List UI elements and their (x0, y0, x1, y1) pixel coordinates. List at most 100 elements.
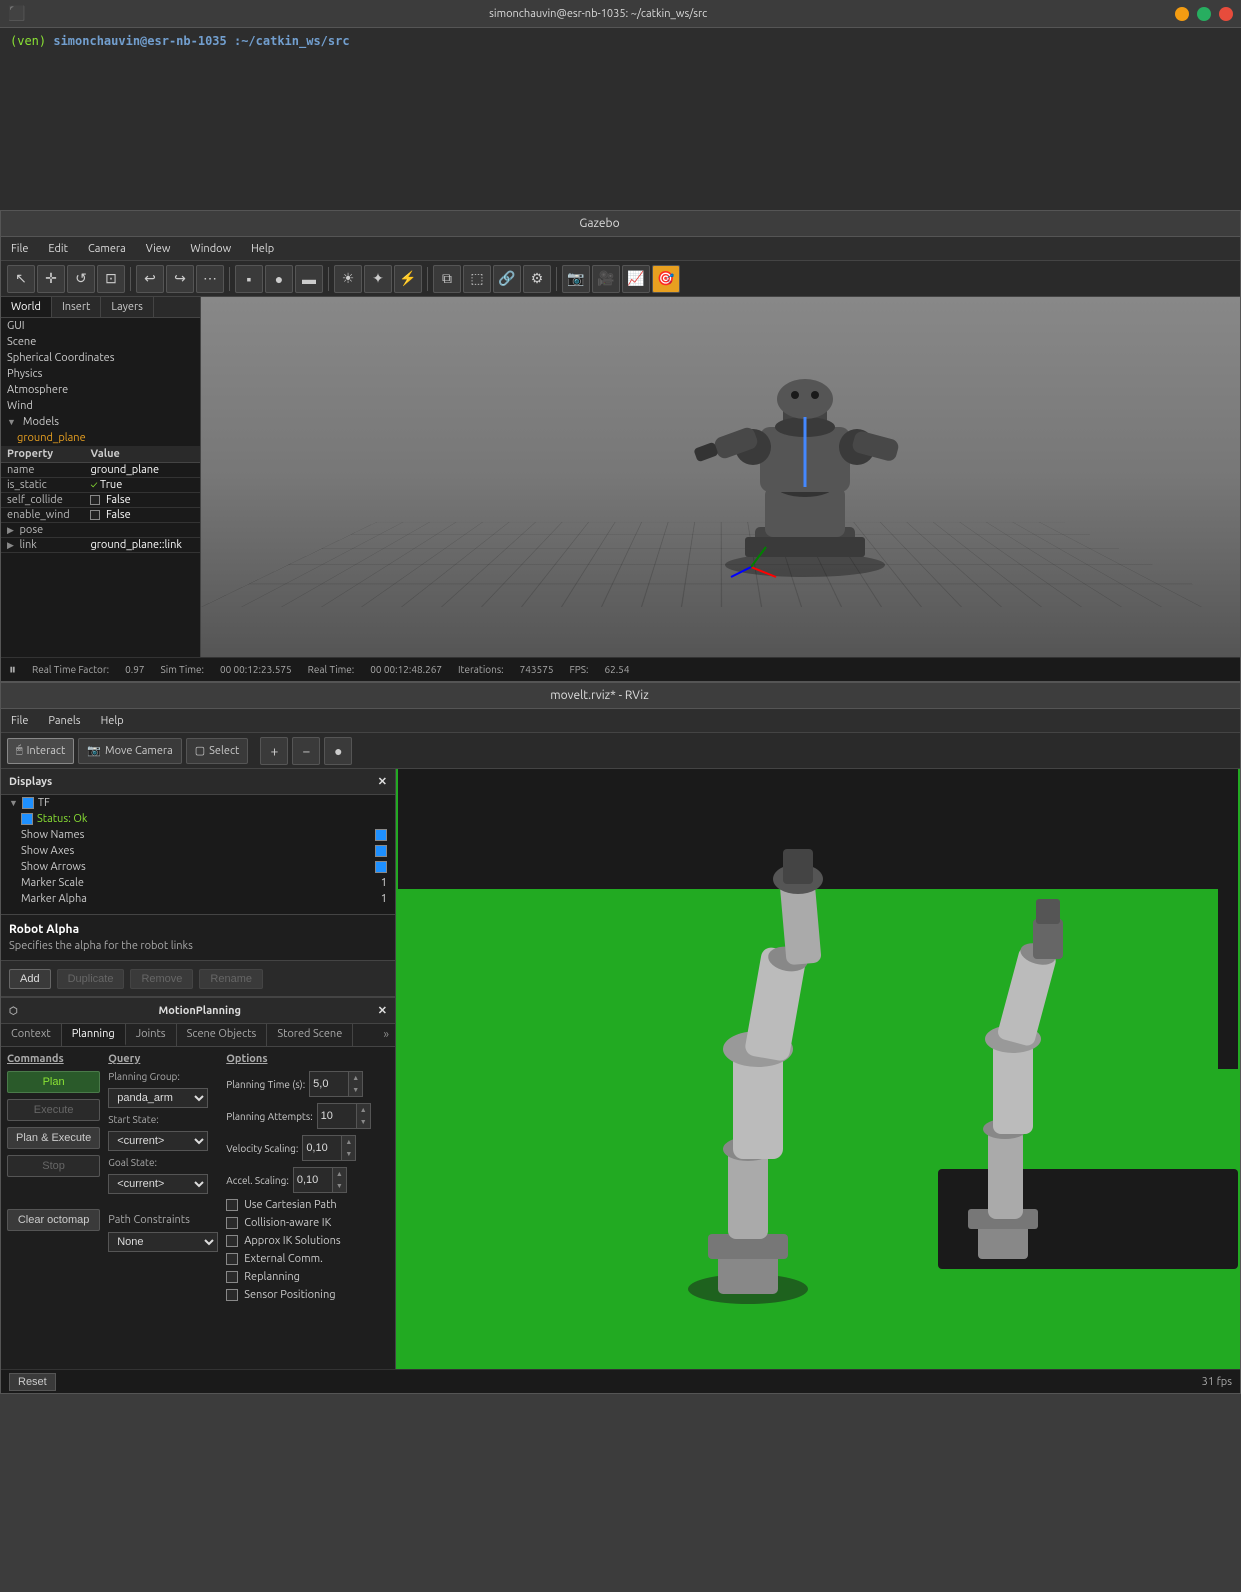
rviz-tool-movecamera[interactable]: 📷 Move Camera (78, 738, 181, 764)
gazebo-viewport[interactable] (201, 297, 1240, 657)
mp-external-comm-checkbox[interactable] (226, 1253, 238, 1265)
terminal-content[interactable]: (ven) simonchauvin@esr-nb-1035 :~/catkin… (0, 28, 1241, 210)
gz-tool-link1[interactable]: 🔗 (493, 265, 521, 293)
mp-planning-group-select[interactable]: panda_arm (108, 1088, 208, 1108)
gz-tool-step[interactable]: ⋯ (196, 265, 224, 293)
mp-vs-up[interactable]: ▲ (342, 1136, 355, 1148)
gz-tree-models[interactable]: ▼ Models (1, 414, 200, 430)
mp-tab-planning[interactable]: Planning (62, 1024, 126, 1046)
gz-tool-redo[interactable]: ↪ (166, 265, 194, 293)
gz-tab-layers[interactable]: Layers (101, 297, 154, 317)
mp-collision-ik-checkbox[interactable] (226, 1217, 238, 1229)
mp-execute-btn[interactable]: Execute (7, 1099, 100, 1121)
gz-tree-gui[interactable]: GUI (1, 318, 200, 334)
rviz-tool-select[interactable]: ▢ Select (186, 738, 249, 764)
mp-tab-joints[interactable]: Joints (126, 1024, 177, 1046)
rviz-tool-add[interactable]: + (260, 737, 288, 765)
gz-tool-paste[interactable]: ⬚ (463, 265, 491, 293)
gz-tool-cylinder[interactable]: ▬ (295, 265, 323, 293)
mp-tab-sceneobjects[interactable]: Scene Objects (177, 1024, 268, 1046)
display-item-tf[interactable]: ▼ TF (1, 795, 395, 811)
displays-remove-btn[interactable]: Remove (130, 969, 193, 989)
gz-tool-light2[interactable]: ✦ (364, 265, 392, 293)
mp-goal-state-select[interactable]: <current> (108, 1174, 208, 1194)
mp-stop-btn[interactable]: Stop (7, 1155, 100, 1177)
mp-vs-field[interactable] (303, 1141, 341, 1155)
gz-tool-scale[interactable]: ⊡ (97, 265, 125, 293)
mp-close-btn[interactable]: ✕ (378, 1004, 387, 1017)
mp-plan-execute-btn[interactable]: Plan & Execute (7, 1127, 100, 1149)
prop-row-link[interactable]: ▶ link ground_plane::link (1, 538, 200, 553)
mp-as-down[interactable]: ▼ (333, 1180, 346, 1192)
gz-tool-plot[interactable]: 📈 (622, 265, 650, 293)
gazebo-menu-file[interactable]: File (7, 241, 32, 257)
gz-tree-wind[interactable]: Wind (1, 398, 200, 414)
gazebo-menu-view[interactable]: View (142, 241, 175, 257)
gz-tree-scene[interactable]: Scene (1, 334, 200, 350)
mp-as-up[interactable]: ▲ (333, 1168, 346, 1180)
gz-tree-atmosphere[interactable]: Atmosphere (1, 382, 200, 398)
terminal-maximize-btn[interactable] (1197, 7, 1211, 21)
gz-tree-spherical[interactable]: Spherical Coordinates (1, 350, 200, 366)
mp-planning-time-input[interactable]: ▲ ▼ (309, 1071, 363, 1097)
gazebo-menu-camera[interactable]: Camera (84, 241, 130, 257)
gz-tree-groundplane[interactable]: ground_plane (1, 430, 200, 446)
prop-row-pose[interactable]: ▶ pose (1, 523, 200, 538)
rviz-menu-file[interactable]: File (7, 713, 32, 729)
shownames-checkbox[interactable] (375, 829, 387, 841)
mp-pa-up[interactable]: ▲ (357, 1104, 370, 1116)
gz-tool-sphere[interactable]: ● (265, 265, 293, 293)
rviz-reset-btn[interactable]: Reset (9, 1373, 56, 1391)
gz-tool-rotate[interactable]: ↺ (67, 265, 95, 293)
mp-cartesian-checkbox[interactable] (226, 1199, 238, 1211)
mp-tab-more[interactable]: » (377, 1024, 395, 1046)
mp-plan-btn[interactable]: Plan (7, 1071, 100, 1093)
mp-pt-up[interactable]: ▲ (349, 1072, 362, 1084)
gz-tool-link2[interactable]: ⚙ (523, 265, 551, 293)
gz-tool-light3[interactable]: ⚡ (394, 265, 422, 293)
mp-pa-down[interactable]: ▼ (357, 1116, 370, 1128)
mp-replanning-checkbox[interactable] (226, 1271, 238, 1283)
gazebo-menu-edit[interactable]: Edit (44, 241, 72, 257)
mp-accel-input[interactable]: ▲ ▼ (293, 1167, 347, 1193)
gz-tool-select[interactable]: ↖ (7, 265, 35, 293)
mp-pt-down[interactable]: ▼ (349, 1084, 362, 1096)
terminal-close-btn[interactable] (1219, 7, 1233, 21)
gz-pause-btn[interactable]: ⏸ (9, 661, 16, 678)
gz-tab-insert[interactable]: Insert (52, 297, 101, 317)
mp-clear-octomap-btn[interactable]: Clear octomap (7, 1209, 100, 1231)
mp-velocity-input[interactable]: ▲ ▼ (302, 1135, 356, 1161)
gz-tool-copy[interactable]: ⧉ (433, 265, 461, 293)
displays-duplicate-btn[interactable]: Duplicate (57, 969, 125, 989)
mp-planning-attempts-input[interactable]: ▲ ▼ (317, 1103, 371, 1129)
mp-approx-ik-checkbox[interactable] (226, 1235, 238, 1247)
mp-pa-field[interactable] (318, 1109, 356, 1123)
rviz-tool-interact[interactable]: 🖱 Interact (7, 738, 74, 764)
terminal-minimize-btn[interactable] (1175, 7, 1189, 21)
mp-path-constraints-select[interactable]: None (108, 1232, 218, 1252)
mp-pt-field[interactable] (310, 1077, 348, 1091)
gz-tree-physics[interactable]: Physics (1, 366, 200, 382)
gazebo-menu-help[interactable]: Help (247, 241, 278, 257)
rviz-menu-panels[interactable]: Panels (44, 713, 84, 729)
gz-tool-box[interactable]: ▪ (235, 265, 263, 293)
showarrows-checkbox[interactable] (375, 861, 387, 873)
gz-tab-world[interactable]: World (1, 297, 52, 317)
rviz-tool-config[interactable]: ● (324, 737, 352, 765)
gz-tool-record[interactable]: 🎥 (592, 265, 620, 293)
mp-start-state-select[interactable]: <current> (108, 1131, 208, 1151)
mp-tab-storedscene[interactable]: Stored Scene (267, 1024, 353, 1046)
showaxes-checkbox[interactable] (375, 845, 387, 857)
gz-tool-translate[interactable]: ✛ (37, 265, 65, 293)
rviz-viewport[interactable] (396, 769, 1240, 1369)
displays-close-btn[interactable]: ✕ (378, 775, 387, 788)
mp-tab-context[interactable]: Context (1, 1024, 62, 1046)
gz-tool-undo[interactable]: ↩ (136, 265, 164, 293)
displays-rename-btn[interactable]: Rename (199, 969, 263, 989)
tf-checkbox[interactable] (22, 797, 34, 809)
gz-tool-screenshot[interactable]: 📷 (562, 265, 590, 293)
displays-add-btn[interactable]: Add (9, 969, 51, 989)
status-checkbox[interactable] (21, 813, 33, 825)
rviz-menu-help[interactable]: Help (97, 713, 128, 729)
mp-vs-down[interactable]: ▼ (342, 1148, 355, 1160)
